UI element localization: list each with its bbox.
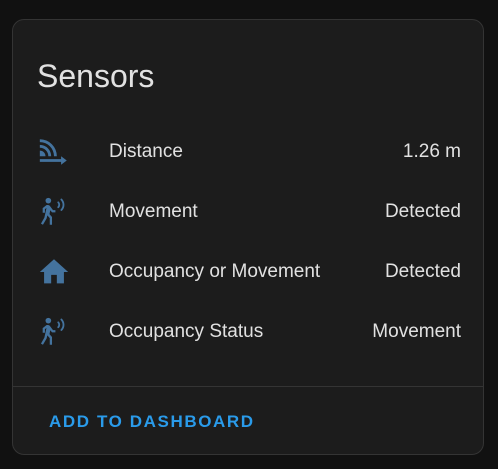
- sensor-value: Detected: [384, 261, 461, 282]
- sensors-card: Sensors Distance 1.26 m Movement Detecte…: [12, 19, 484, 455]
- add-to-dashboard-button[interactable]: ADD TO DASHBOARD: [49, 412, 255, 432]
- sensor-label: Distance: [109, 141, 183, 162]
- signal-distance-icon: [37, 135, 71, 169]
- home-icon: [37, 255, 71, 289]
- card-title: Sensors: [37, 58, 155, 94]
- sensor-value: Detected: [384, 201, 461, 222]
- sensor-row-occupancy-status[interactable]: Occupancy Status Movement: [13, 302, 483, 362]
- sensor-row-movement[interactable]: Movement Detected: [13, 182, 483, 242]
- sensor-label: Occupancy or Movement: [109, 261, 321, 282]
- motion-sensor-icon: [37, 195, 71, 229]
- sensor-label: Occupancy Status: [109, 321, 264, 342]
- card-divider: [13, 386, 483, 387]
- sensor-label: Movement: [109, 201, 198, 222]
- sensor-value: Movement: [372, 321, 461, 342]
- sensor-value: 1.26 m: [402, 141, 461, 162]
- sensor-list: Distance 1.26 m Movement Detected Occupa…: [13, 122, 483, 362]
- sensor-row-occupancy-or-movement[interactable]: Occupancy or Movement Detected: [13, 242, 483, 302]
- motion-sensor-icon: [37, 315, 71, 349]
- sensor-row-distance[interactable]: Distance 1.26 m: [13, 122, 483, 182]
